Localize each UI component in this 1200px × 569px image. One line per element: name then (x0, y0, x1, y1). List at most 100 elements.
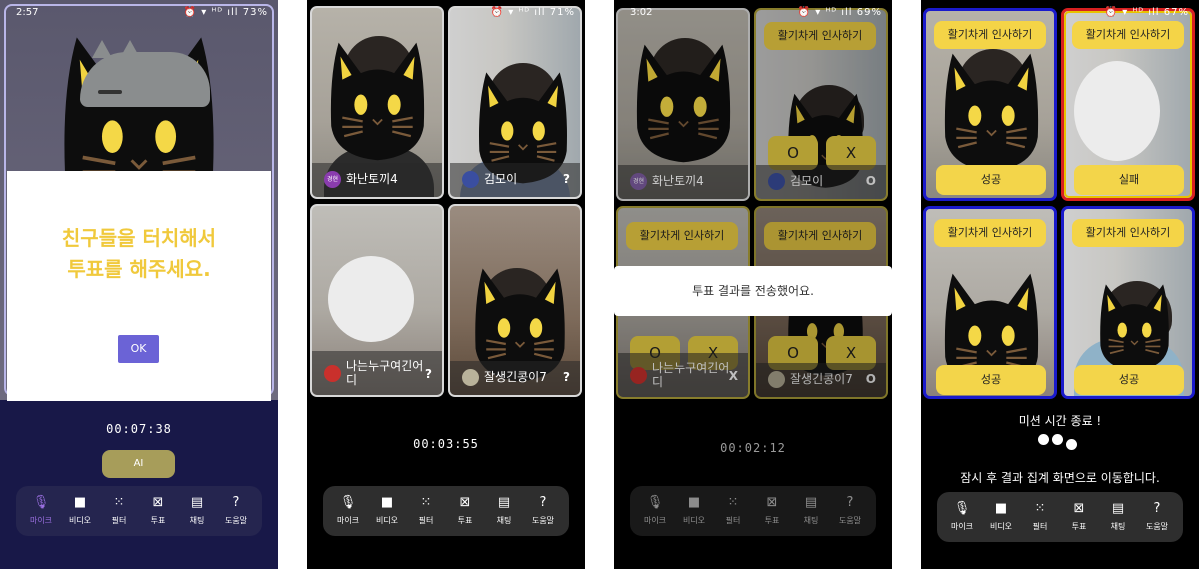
status-icons: ⏰ ▾ ᴴᴰ ıll 73% (183, 7, 268, 18)
status-bar: 3:02 ⏰ ▾ ᴴᴰ ıll 69% (614, 0, 892, 24)
vote-button[interactable]: ⊠ 투표 (754, 494, 790, 526)
status-bar: ⏰ ▾ ᴴᴰ ıll 71% (307, 0, 585, 24)
timer: 00:02:12 (720, 441, 786, 455)
video-tile[interactable]: 김모이 ? (448, 6, 582, 199)
mic-button[interactable]: 🎙 마이크 (637, 494, 673, 526)
avatar: 경현 (630, 173, 647, 190)
help-button[interactable]: ? 도움말 (525, 494, 561, 526)
participant-name: 김모이 (790, 174, 824, 188)
filter-icon: ⁙ (420, 495, 432, 510)
vote-mark: O (865, 372, 876, 386)
avatar (462, 369, 479, 386)
status-time: 2:57 (16, 7, 39, 18)
status-bar: ⏰ ▾ ᴴᴰ ıll 67% (921, 0, 1199, 24)
avatar (768, 173, 785, 190)
vote-icon: ⊠ (152, 495, 164, 510)
vote-mark: ? (563, 370, 570, 384)
dialog-message: 친구들을 터치해서 투표를 해주세요. (61, 226, 217, 281)
ok-button[interactable]: OK (118, 335, 159, 363)
vote-button[interactable]: ⊠ 투표 (1061, 500, 1097, 532)
help-icon: ? (232, 495, 240, 510)
chat-button[interactable]: ▤ 채팅 (793, 494, 829, 526)
screen-vote-prompt: 2:57 ⏰ ▾ ᴴᴰ ıll 73% 친구들을 터치해서 투표를 해주세요. … (0, 0, 278, 569)
cat-face-filter (329, 41, 426, 162)
video-tile[interactable]: 활기차게 인사하기 성공 (1061, 206, 1195, 399)
gray-cat-sticker-icon (80, 40, 210, 107)
participant-bar: 김모이 O (756, 165, 886, 199)
screen-mission-result: ⏰ ▾ ᴴᴰ ıll 67% 활기차게 인사하기 성공 활기차게 인사하기 실패… (921, 0, 1199, 569)
video-button[interactable]: ■ 비디오 (62, 494, 98, 526)
avatar (462, 171, 479, 188)
mic-button[interactable]: 🎙 마이크 (330, 494, 366, 526)
chat-button[interactable]: ▤ 채팅 (1100, 500, 1136, 532)
chat-icon: ▤ (497, 495, 511, 510)
status-icons: ⏰ ▾ ᴴᴰ ıll 69% (797, 7, 882, 18)
video-tile[interactable]: 활기차게 인사하기 성공 (923, 206, 1057, 399)
mission-label: 활기차게 인사하기 (626, 222, 738, 250)
video-icon: ■ (994, 501, 1008, 516)
result-badge: 성공 (936, 365, 1046, 395)
result-badge: 성공 (1074, 365, 1184, 395)
vote-mark: O (865, 174, 876, 188)
participant-bar: 경현 화난토끼4 (312, 163, 442, 197)
cat-face-filter (635, 43, 732, 164)
participant-bar: 경현 화난토끼4 (618, 165, 748, 199)
help-icon: ? (539, 495, 547, 510)
vote-dialog: 친구들을 터치해서 투표를 해주세요. OK (7, 171, 271, 401)
video-button[interactable]: ■ 비디오 (983, 500, 1019, 532)
chat-icon: ▤ (804, 495, 818, 510)
toolbar: 🎙 마이크 ■ 비디오 ⁙ 필터 ⊠ 투표 ▤ 채팅 ? 도움말 (937, 492, 1183, 542)
filter-button[interactable]: ⁙ 필터 (715, 494, 751, 526)
participant-name: 나는누구여긴어디 (652, 361, 730, 389)
timer: 00:03:55 (413, 437, 479, 451)
filter-button[interactable]: ⁙ 필터 (1022, 500, 1058, 532)
participant-bar: 잘생긴콩이7 ? (450, 361, 580, 395)
ai-button[interactable]: AI (102, 450, 175, 478)
toolbar: 🎙 마이크 ■ 비디오 ⁙ 필터 ⊠ 투표 ▤ 채팅 ? 도움말 (630, 486, 876, 536)
help-button[interactable]: ? 도움말 (218, 494, 254, 526)
cat-face-filter (943, 52, 1040, 173)
mission-label: 활기차게 인사하기 (934, 219, 1046, 247)
avatar (768, 371, 785, 388)
participant-bar: 김모이 ? (450, 163, 580, 197)
chat-button[interactable]: ▤ 채팅 (179, 494, 215, 526)
vote-button[interactable]: ⊠ 투표 (140, 494, 176, 526)
vote-button[interactable]: ⊠ 투표 (447, 494, 483, 526)
help-button[interactable]: ? 도움말 (832, 494, 868, 526)
help-button[interactable]: ? 도움말 (1139, 500, 1175, 532)
video-tile[interactable]: 활기차게 인사하기 실패 (1061, 8, 1195, 201)
video-tile[interactable]: 나는누구여긴어디 ? (310, 204, 444, 397)
status-time: 3:02 (630, 7, 653, 18)
video-button[interactable]: ■ 비디오 (369, 494, 405, 526)
mic-off-icon: 🎙 (32, 495, 50, 510)
vote-icon: ⊠ (459, 495, 471, 510)
mic-button[interactable]: 🎙 마이크 (23, 494, 59, 526)
mic-icon: 🎙 (953, 501, 971, 516)
toolbar: 🎙 마이크 ■ 비디오 ⁙ 필터 ⊠ 투표 ▤ 채팅 ? 도움말 (16, 486, 262, 536)
vote-mark: ? (563, 172, 570, 186)
status-icons: ⏰ ▾ ᴴᴰ ıll 71% (490, 7, 575, 18)
participant-name: 잘생긴콩이7 (484, 370, 547, 384)
filter-button[interactable]: ⁙ 필터 (101, 494, 137, 526)
participant-bar: 나는누구여긴어디 ? (312, 351, 442, 395)
cat-face-filter (1099, 283, 1170, 372)
video-tile[interactable]: 경현 화난토끼4 (310, 6, 444, 199)
video-tile[interactable]: 활기차게 인사하기 O X 김모이 O (754, 8, 888, 201)
video-button[interactable]: ■ 비디오 (676, 494, 712, 526)
screen-voting: 3:02 ⏰ ▾ ᴴᴰ ıll 69% 경현 화난토끼4 활기차게 인사하기 O… (614, 0, 892, 569)
video-tile[interactable]: 잘생긴콩이7 ? (448, 204, 582, 397)
mission-label: 활기차게 인사하기 (1072, 219, 1184, 247)
result-badge: 실패 (1074, 165, 1184, 195)
vote-mark: X (728, 369, 738, 383)
mic-button[interactable]: 🎙 마이크 (944, 500, 980, 532)
result-badge: 성공 (936, 165, 1046, 195)
mission-end-text: 미션 시간 종료 ! (1018, 414, 1102, 428)
video-tile[interactable]: 활기차게 인사하기 성공 (923, 8, 1057, 201)
participant-name: 화난토끼4 (346, 172, 398, 186)
vote-icon: ⊠ (766, 495, 778, 510)
video-tile[interactable]: 경현 화난토끼4 (616, 8, 750, 201)
participant-bar: 잘생긴콩이7 O (756, 363, 886, 397)
chat-button[interactable]: ▤ 채팅 (486, 494, 522, 526)
filter-button[interactable]: ⁙ 필터 (408, 494, 444, 526)
toast-message: 투표 결과를 전송했어요. (614, 266, 892, 316)
